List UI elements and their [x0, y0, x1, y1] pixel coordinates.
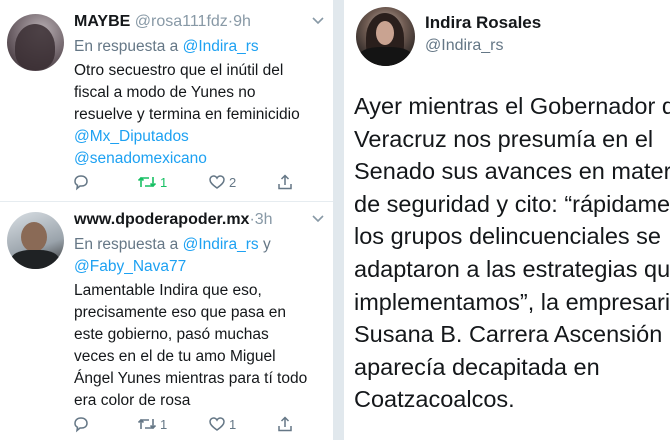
like-button[interactable]: 1 [208, 414, 236, 434]
avatar[interactable] [7, 14, 64, 71]
main-tweet: Indira Rosales @Indira_rs Ayer mientras … [344, 0, 670, 440]
tweet-text-line: los grupos delincuenciales se [354, 223, 661, 250]
tweet-text-line: de seguridad y cito: “rápidament [354, 190, 670, 217]
user-handle[interactable]: @rosa111fdz [135, 13, 228, 30]
like-button[interactable]: 2 [208, 172, 236, 192]
tweet-text-line: fiscal a modo de Yunes no [74, 84, 256, 101]
share-button[interactable] [276, 414, 294, 434]
tweet-text-line: Susana B. Carrera Ascensión [354, 321, 663, 348]
tweet-text-line: Veracruz nos presumía en el [354, 125, 654, 152]
like-count: 2 [229, 174, 237, 190]
tweet-text-line: Ayer mientras el Gobernador de [354, 93, 670, 119]
tweet-text-line: este gobierno, pasó muchas [74, 326, 269, 343]
tweet-actions: 1 2 [72, 172, 322, 194]
reply-icon [74, 175, 88, 191]
tweet-text: Ayer mientras el Gobernador de Veracruz … [354, 90, 670, 416]
tweet-text-line: adaptaron a las estrategias que [354, 255, 670, 282]
like-icon [209, 175, 225, 189]
mention-link[interactable]: @senadomexicano [74, 148, 329, 170]
retweet-button[interactable]: 1 [137, 172, 167, 192]
retweet-icon [137, 176, 157, 188]
tweet-header: www.dpoderapoder.mx·3h [74, 210, 273, 230]
display-name[interactable]: Indira Rosales [425, 13, 541, 33]
reply-joiner: y [262, 236, 271, 253]
avatar[interactable] [356, 7, 415, 66]
reply-prefix: En respuesta a [74, 236, 179, 253]
reply-mention[interactable]: @Faby_Nava77 [74, 258, 186, 275]
replies-panel: MAYBE @rosa111fdz·9h En respuesta a @Ind… [0, 0, 333, 440]
reply-button[interactable] [72, 414, 90, 434]
share-button[interactable] [276, 172, 294, 192]
share-icon [278, 174, 292, 190]
retweet-button[interactable]: 1 [137, 414, 167, 434]
tweet-text-line: precisamente eso que pasa en [74, 304, 286, 321]
reply-button[interactable] [72, 172, 90, 192]
tweet-text-line: Ángel Yunes mientras para tí todo [74, 370, 308, 387]
tweet-actions: 1 1 [72, 414, 322, 436]
like-count: 1 [229, 416, 237, 432]
retweet-icon [137, 418, 157, 430]
tweet-text: Otro secuestro que el inútil del fiscal … [74, 60, 329, 170]
tweet-text-line: veces en el de tu amo Miguel [74, 348, 276, 365]
display-name[interactable]: www.dpoderapoder.mx [74, 211, 249, 228]
chevron-down-icon[interactable] [311, 16, 325, 26]
tweet-text-line: Lamentable Indira que eso, [74, 282, 262, 299]
timestamp[interactable]: 9h [233, 13, 251, 30]
retweet-count: 1 [160, 174, 168, 190]
tweet-text-line: aparecía decapitada en [354, 353, 600, 380]
reply-context: En respuesta a @Indira_rs y @Faby_Nava77 [74, 234, 324, 278]
reply-context: En respuesta a @Indira_rs [74, 36, 259, 58]
retweet-count: 1 [160, 416, 168, 432]
tweet-text-line: Coatzacoalcos. [354, 386, 515, 413]
reply-mention[interactable]: @Indira_rs [183, 38, 259, 55]
display-name[interactable]: MAYBE [74, 13, 130, 30]
tweet-text-line: Otro secuestro que el inútil del [74, 62, 284, 79]
tweet-header: MAYBE @rosa111fdz·9h [74, 12, 251, 32]
reply-tweet[interactable]: www.dpoderapoder.mx·3h En respuesta a @I… [0, 202, 333, 440]
reply-mention[interactable]: @Indira_rs [183, 236, 259, 253]
timestamp[interactable]: 3h [255, 211, 273, 228]
tweet-text-line: era color de rosa [74, 392, 191, 409]
user-handle[interactable]: @Indira_rs [425, 37, 504, 55]
tweet-text-line: implementamos”, la empresaria [354, 288, 670, 315]
mention-link[interactable]: @Mx_Diputados [74, 126, 329, 148]
tweet-text-line: Senado sus avances en materia [354, 158, 670, 185]
tweet-text: Lamentable Indira que eso, precisamente … [74, 280, 329, 412]
chevron-down-icon[interactable] [311, 214, 325, 224]
share-icon [278, 416, 292, 432]
avatar[interactable] [7, 212, 64, 269]
reply-prefix: En respuesta a [74, 38, 179, 55]
reply-tweet[interactable]: MAYBE @rosa111fdz·9h En respuesta a @Ind… [0, 0, 333, 202]
like-icon [209, 417, 225, 431]
panel-divider [333, 0, 344, 440]
tweet-text-line: resuelve y termina en feminicidio [74, 106, 300, 123]
reply-icon [74, 417, 88, 433]
